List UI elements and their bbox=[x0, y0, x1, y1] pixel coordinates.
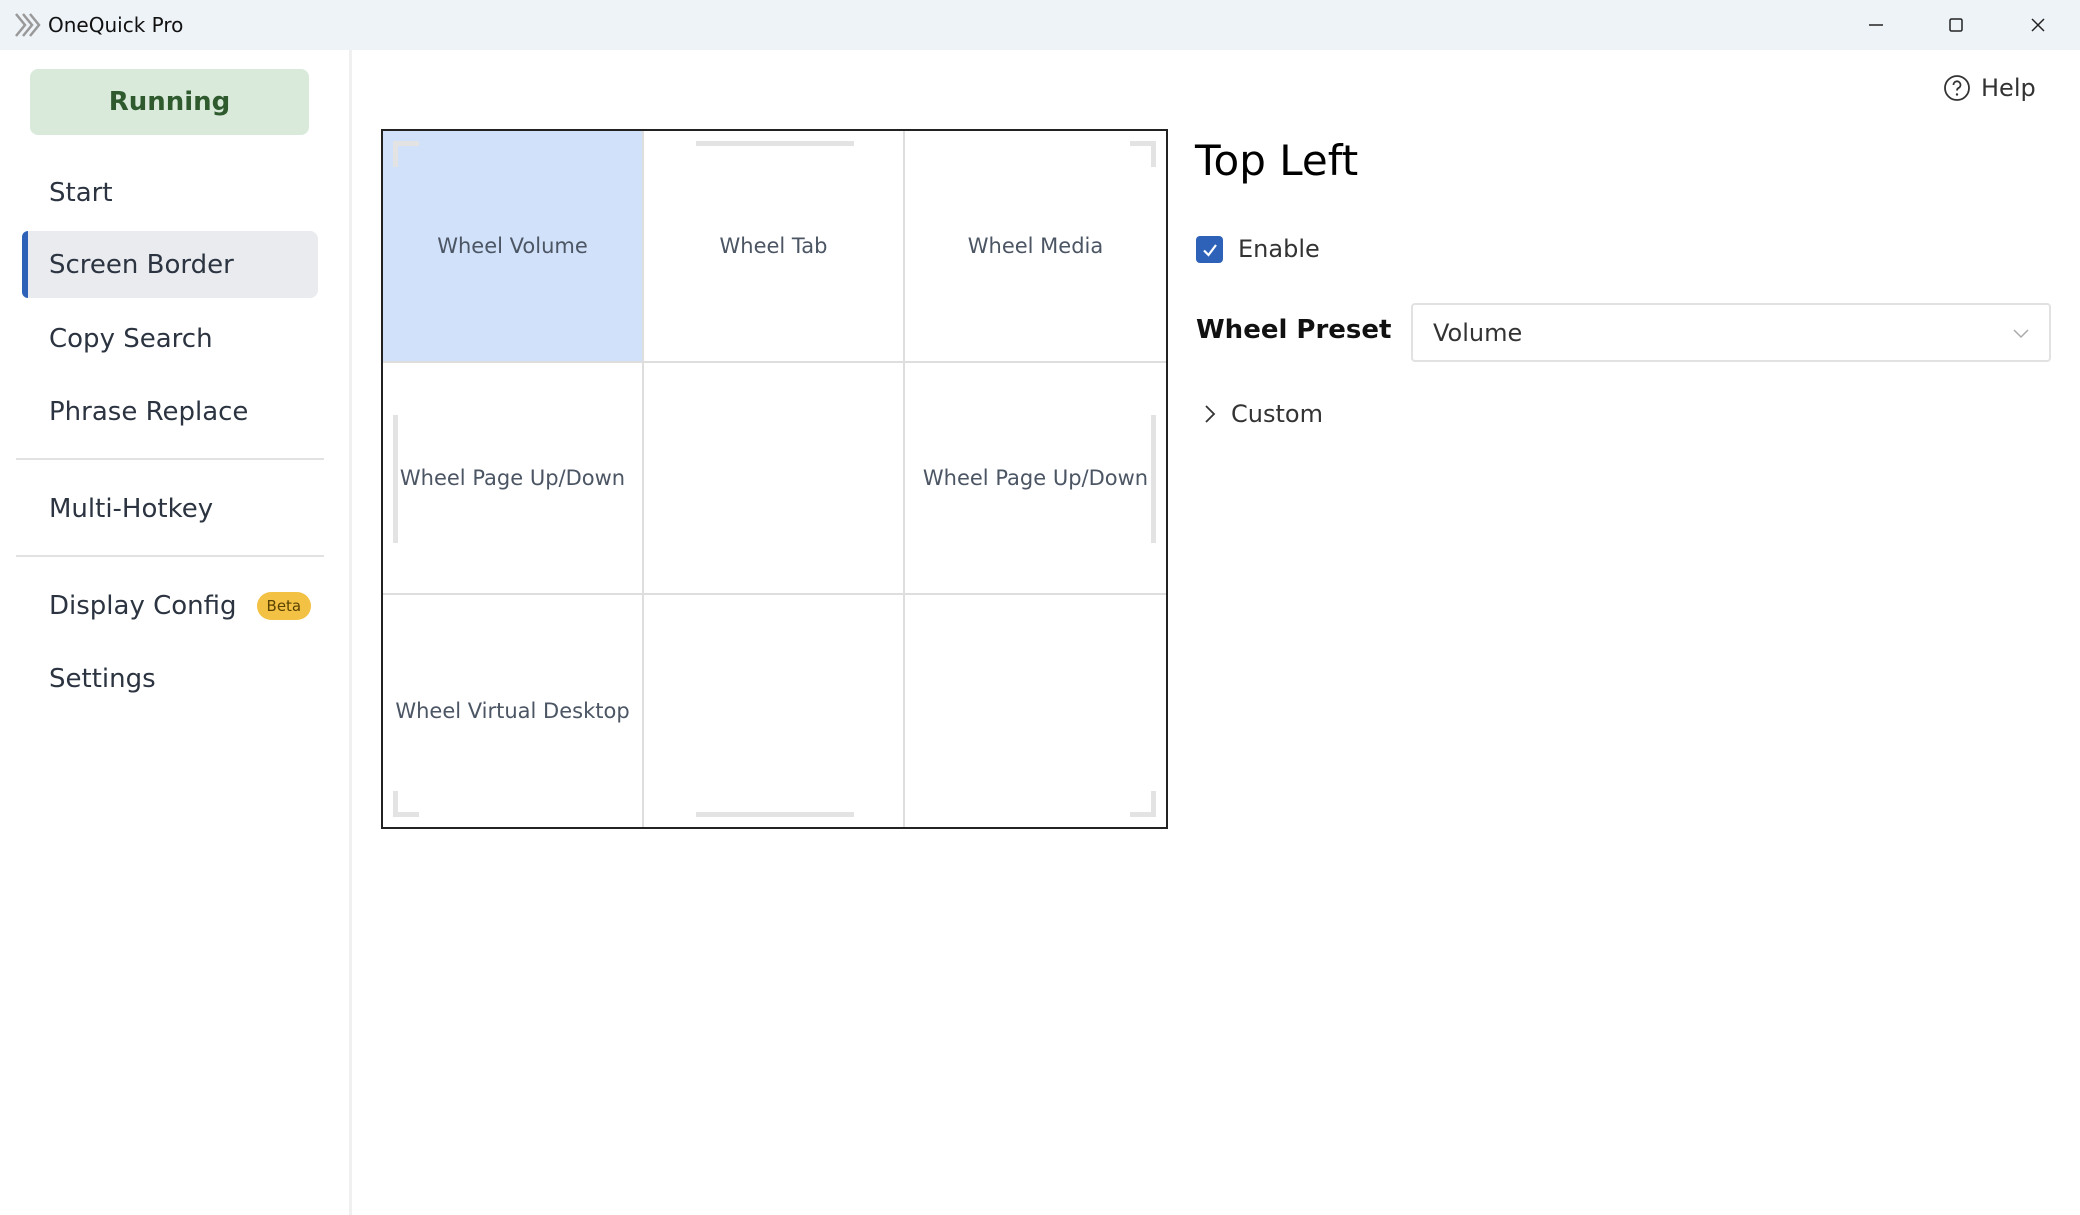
corner-marker bbox=[1151, 791, 1156, 817]
app-logo-icon bbox=[15, 13, 41, 37]
sidebar-item-phrase-replace[interactable]: Phrase Replace bbox=[22, 378, 318, 445]
chevron-right-icon bbox=[1205, 405, 1216, 423]
sidebar-item-label: Start bbox=[49, 177, 113, 208]
corner-marker bbox=[1151, 141, 1156, 167]
title-bar: OneQuick Pro bbox=[0, 0, 2080, 50]
custom-expander[interactable]: Custom bbox=[1203, 400, 1323, 428]
edge-marker bbox=[696, 141, 854, 146]
help-button[interactable]: Help bbox=[1943, 74, 2036, 102]
maximize-icon bbox=[1949, 18, 1963, 32]
corner-marker bbox=[393, 141, 398, 167]
sidebar-divider bbox=[16, 458, 324, 460]
sidebar-item-settings[interactable]: Settings bbox=[22, 645, 318, 712]
cell-label: Wheel Tab bbox=[719, 234, 828, 258]
checkmark-icon bbox=[1202, 243, 1217, 257]
sidebar-item-multi-hotkey[interactable]: Multi-Hotkey bbox=[22, 475, 318, 542]
running-status-button[interactable]: Running bbox=[30, 69, 309, 135]
cell-top-right[interactable]: Wheel Media bbox=[905, 131, 1166, 363]
close-button[interactable] bbox=[1998, 0, 2078, 50]
wheel-preset-label: Wheel Preset bbox=[1196, 315, 1392, 345]
enable-label[interactable]: Enable bbox=[1238, 235, 1320, 263]
cell-top[interactable]: Wheel Tab bbox=[644, 131, 905, 363]
cell-bottom[interactable] bbox=[644, 595, 905, 827]
cell-bottom-left[interactable]: Wheel Virtual Desktop bbox=[383, 595, 644, 827]
cell-bottom-right[interactable] bbox=[905, 595, 1166, 827]
sidebar-item-copy-search[interactable]: Copy Search bbox=[22, 305, 318, 372]
enable-checkbox[interactable] bbox=[1196, 236, 1223, 263]
cell-label: Wheel Media bbox=[967, 234, 1104, 258]
corner-marker bbox=[393, 791, 398, 817]
cell-label: Wheel Page Up/Down bbox=[922, 466, 1149, 490]
detail-title: Top Left bbox=[1195, 136, 1359, 185]
cell-top-left[interactable]: Wheel Volume bbox=[383, 131, 644, 363]
custom-label: Custom bbox=[1231, 400, 1323, 428]
screen-border-grid: Wheel Volume Wheel Tab Wheel Media Wheel… bbox=[381, 129, 1168, 829]
sidebar-item-label: Copy Search bbox=[49, 323, 213, 354]
wheel-preset-value: Volume bbox=[1433, 318, 1523, 347]
edge-marker bbox=[696, 812, 854, 817]
sidebar-item-label: Phrase Replace bbox=[49, 396, 249, 427]
beta-badge: Beta bbox=[256, 591, 312, 620]
close-icon bbox=[2031, 18, 2045, 32]
sidebar-item-label: Screen Border bbox=[49, 249, 234, 280]
cell-right[interactable]: Wheel Page Up/Down bbox=[905, 363, 1166, 595]
cell-label: Wheel Virtual Desktop bbox=[395, 699, 630, 723]
edge-marker bbox=[1151, 415, 1156, 543]
chevron-down-icon bbox=[2013, 329, 2029, 339]
sidebar-divider bbox=[16, 555, 324, 557]
help-label: Help bbox=[1981, 74, 2036, 102]
edge-marker bbox=[393, 415, 398, 543]
maximize-button[interactable] bbox=[1916, 0, 1996, 50]
sidebar-item-label: Multi-Hotkey bbox=[49, 493, 214, 524]
sidebar-item-screen-border[interactable]: Screen Border bbox=[22, 231, 318, 298]
sidebar-item-display-config[interactable]: Display Config Beta bbox=[22, 572, 318, 639]
app-title: OneQuick Pro bbox=[48, 13, 184, 37]
sidebar-item-start[interactable]: Start bbox=[22, 159, 318, 226]
sidebar-item-label: Display Config bbox=[49, 590, 237, 621]
minimize-icon bbox=[1869, 24, 1883, 26]
sidebar: Running Start Screen Border Copy Search … bbox=[0, 50, 352, 1215]
cell-label: Wheel Volume bbox=[437, 234, 588, 258]
minimize-button[interactable] bbox=[1836, 0, 1916, 50]
cell-left[interactable]: Wheel Page Up/Down bbox=[383, 363, 644, 595]
cell-label: Wheel Page Up/Down bbox=[399, 466, 626, 490]
help-icon bbox=[1944, 75, 1970, 101]
wheel-preset-select[interactable]: Volume bbox=[1411, 303, 2051, 362]
cell-center bbox=[644, 363, 905, 595]
sidebar-item-label: Settings bbox=[49, 663, 156, 694]
